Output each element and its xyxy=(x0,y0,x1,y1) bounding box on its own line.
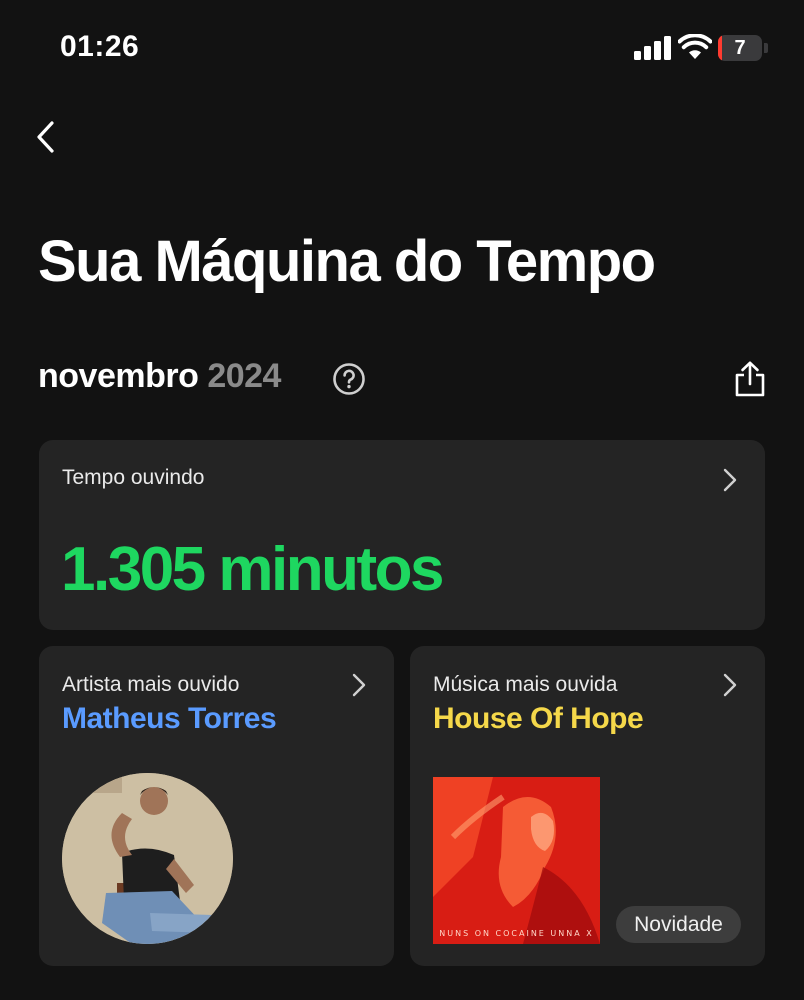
chevron-right-icon xyxy=(723,468,737,492)
artist-photo xyxy=(62,773,233,944)
wifi-icon xyxy=(678,34,712,59)
status-bar: 01:26 7 xyxy=(0,0,804,96)
battery-level: 7 xyxy=(734,37,746,59)
top-song-label: Música mais ouvida xyxy=(433,673,618,696)
listening-time-label: Tempo ouvindo xyxy=(62,466,205,489)
top-song-card[interactable]: Música mais ouvida House Of Hope NUNS ON… xyxy=(410,646,765,966)
cellular-signal-icon xyxy=(634,36,672,60)
top-artist-label: Artista mais ouvido xyxy=(62,673,240,696)
period-year: 2024 xyxy=(207,357,281,395)
question-circle-icon[interactable] xyxy=(332,362,366,396)
back-button[interactable] xyxy=(28,112,68,162)
status-time: 01:26 xyxy=(60,30,140,63)
share-icon[interactable] xyxy=(732,360,768,398)
album-cover-caption: NUNS ON COCAINE UNNA X xyxy=(439,929,594,938)
listening-time-value: 1.305 minutos xyxy=(61,535,444,604)
album-cover: NUNS ON COCAINE UNNA X xyxy=(433,777,600,944)
chevron-left-icon xyxy=(37,121,54,153)
period-month: novembro xyxy=(38,357,199,395)
top-artist-card[interactable]: Artista mais ouvido Matheus Torres xyxy=(39,646,394,966)
listening-time-card[interactable]: Tempo ouvindo 1.305 minutos xyxy=(39,440,765,630)
new-badge: Novidade xyxy=(616,906,741,943)
chevron-right-icon xyxy=(723,673,737,697)
battery-icon: 7 xyxy=(718,35,768,61)
top-artist-name: Matheus Torres xyxy=(62,702,277,735)
page-title: Sua Máquina do Tempo xyxy=(38,229,656,294)
period-label: novembro 2024 xyxy=(38,357,281,396)
top-song-title: House Of Hope xyxy=(433,702,644,735)
chevron-right-icon xyxy=(352,673,366,697)
